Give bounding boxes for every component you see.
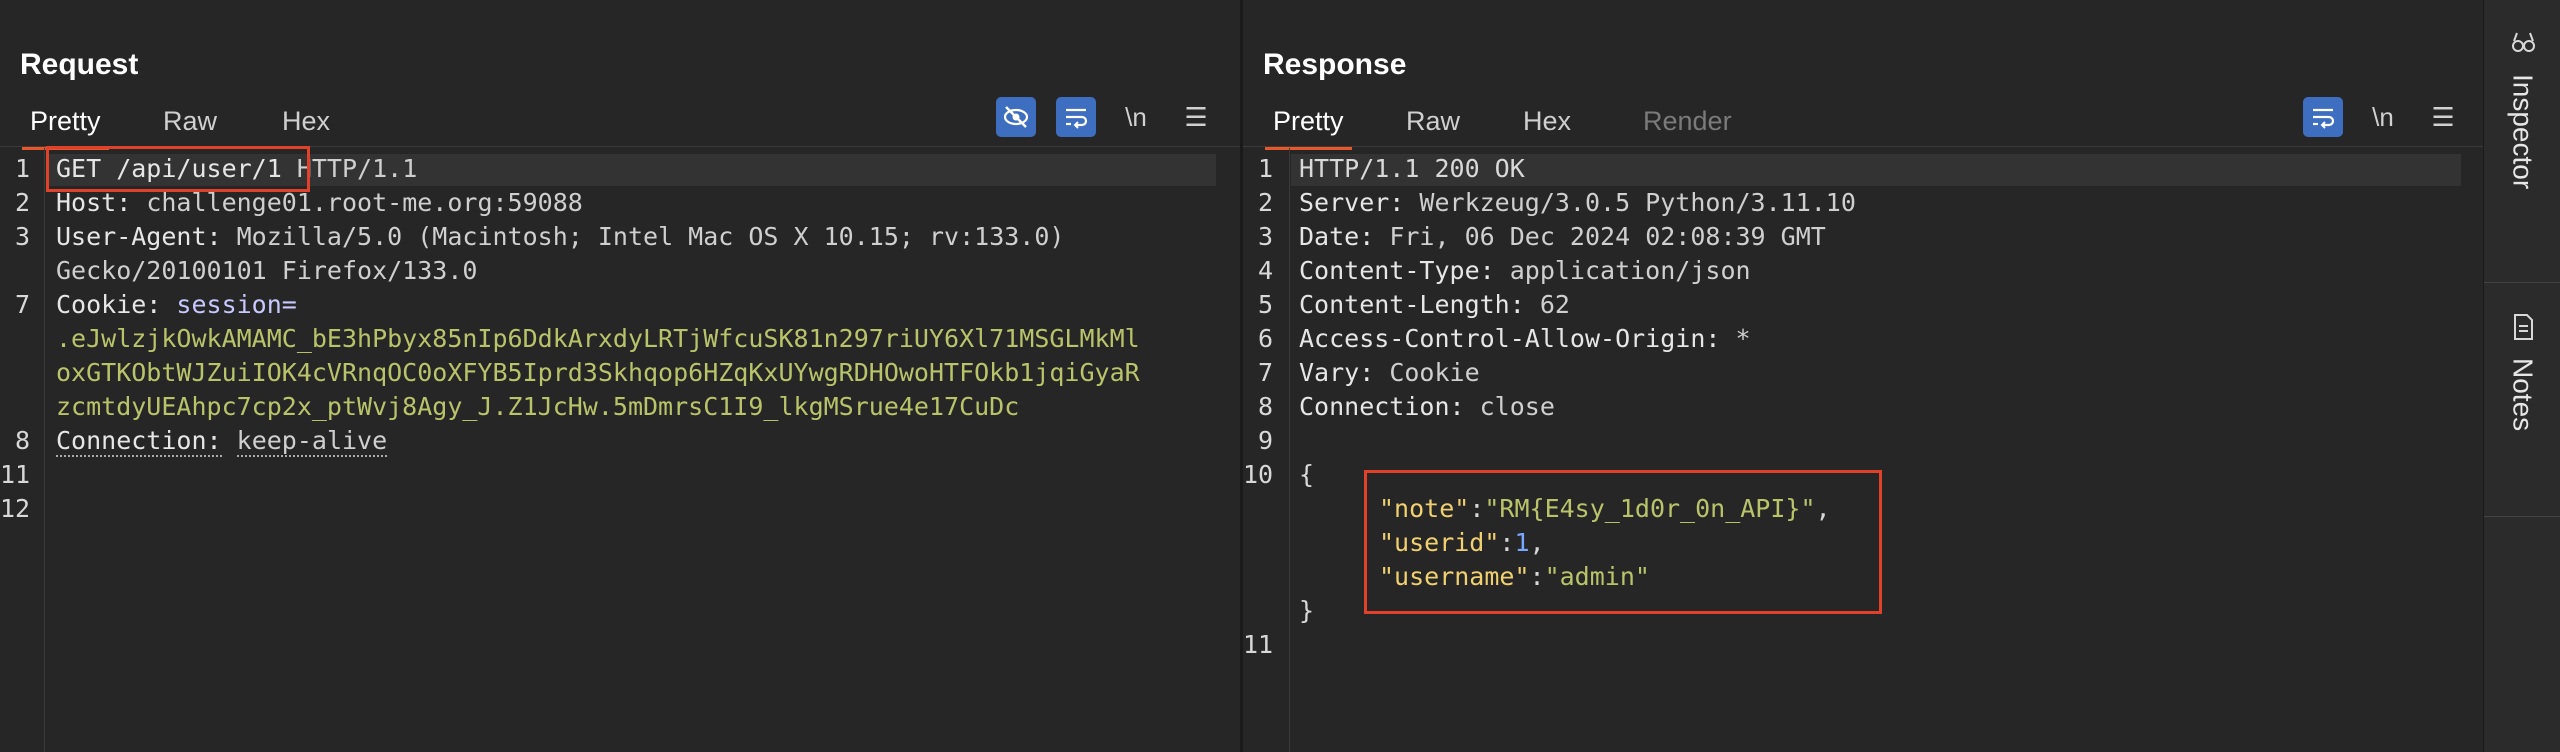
- header-value: application/json: [1494, 256, 1751, 285]
- line-number: 4: [1257, 256, 1273, 285]
- header-key: Access-Control-Allow-Origin:: [1299, 324, 1721, 353]
- line-number: 3: [14, 222, 30, 251]
- response-line-vary: Vary: Cookie: [1299, 358, 1480, 387]
- line-number: 1: [1257, 154, 1273, 183]
- line-number: 10: [1243, 460, 1274, 489]
- request-line-gutter: 1 2 3 7 8 11 12: [0, 148, 45, 752]
- response-tab-raw[interactable]: Raw: [1398, 106, 1468, 146]
- header-value: Fri, 06 Dec 2024 02:08:39 GMT: [1374, 222, 1826, 251]
- highlight-box-request-path: [46, 146, 310, 192]
- request-line-cookie: Cookie: session=: [56, 290, 297, 319]
- header-value: 62: [1524, 290, 1570, 319]
- header-value: Werkzeug/3.0.5 Python/3.11.10: [1404, 188, 1856, 217]
- header-value: challenge01.root-me.org:59088: [131, 188, 583, 217]
- line-number: 8: [14, 426, 30, 455]
- cookie-value-line: .eJwlzjkOwkAMAMC_bE3hPbyx85nIp6DdkArxdyL…: [56, 324, 1140, 353]
- line-number: 7: [1257, 358, 1273, 387]
- word-wrap-button[interactable]: [1056, 97, 1096, 137]
- line-number: 3: [1257, 222, 1273, 251]
- json-brace-open: {: [1299, 460, 1315, 489]
- header-key: Content-Length:: [1299, 290, 1525, 319]
- response-line-connection: Connection: close: [1299, 392, 1555, 421]
- show-newlines-button[interactable]: \n: [1116, 97, 1156, 137]
- line-number: 7: [14, 290, 30, 319]
- line-number: 11: [1243, 630, 1274, 659]
- inspector-sidebar: Inspector Notes: [2483, 0, 2560, 752]
- cookie-name: session=: [161, 290, 297, 319]
- line-number: 8: [1257, 392, 1273, 421]
- header-key: User-Agent:: [56, 222, 222, 251]
- line-number: 1: [14, 154, 30, 183]
- header-value: Gecko/20100101 Firefox/133.0: [56, 256, 478, 285]
- request-tab-hex[interactable]: Hex: [274, 106, 338, 146]
- line-number: 2: [1257, 188, 1273, 217]
- line-number: 5: [1257, 290, 1273, 319]
- response-tabs: Pretty Raw Hex Render: [1243, 100, 2483, 150]
- inspector-icon: [2511, 32, 2535, 52]
- header-value: keep-alive: [236, 426, 388, 457]
- response-tab-pretty[interactable]: Pretty: [1265, 106, 1352, 150]
- sidebar-divider: [2484, 516, 2560, 517]
- wrap-icon: [2313, 108, 2335, 129]
- header-value: Mozilla/5.0 (Macintosh; Intel Mac OS X 1…: [221, 222, 1065, 251]
- response-title: Response: [1263, 48, 1407, 81]
- wrap-icon: [1066, 108, 1088, 129]
- response-line-gutter: 1 2 3 4 5 6 7 8 9 10 11: [1243, 148, 1290, 752]
- word-wrap-button[interactable]: [2303, 97, 2343, 137]
- response-line-server: Server: Werkzeug/3.0.5 Python/3.11.10: [1299, 188, 1856, 217]
- request-line-user-agent: User-Agent: Mozilla/5.0 (Macintosh; Inte…: [56, 222, 1064, 251]
- request-tab-raw[interactable]: Raw: [155, 106, 225, 146]
- response-line-content-length: Content-Length: 62: [1299, 290, 1570, 319]
- header-key: Connection:: [1299, 392, 1465, 421]
- json-brace-close: }: [1299, 596, 1315, 625]
- response-line-date: Date: Fri, 06 Dec 2024 02:08:39 GMT: [1299, 222, 1826, 251]
- tab-divider: [1243, 146, 2483, 147]
- header-value: *: [1720, 324, 1751, 353]
- cookie-value-line: oxGTKObtWJZuiIOK4cVRnqOC0oXFYB5Iprd3Skhq…: [56, 358, 1140, 387]
- header-key: Cookie:: [56, 290, 162, 319]
- request-line-host: Host: challenge01.root-me.org:59088: [56, 188, 583, 217]
- response-status-line: HTTP/1.1 200 OK: [1299, 154, 1525, 183]
- show-newlines-button[interactable]: \n: [2363, 97, 2403, 137]
- line-number: 6: [1257, 324, 1273, 353]
- request-pane: Request Pretty Raw Hex \n ☰ 1 2 3 7 8 11…: [0, 0, 1240, 752]
- cookie-value-line: zcmtdyUEAhpc7cp2x_ptWvj8Agy_J.Z1JcHw.5mD…: [56, 392, 1020, 421]
- sidebar-item-inspector[interactable]: Inspector: [2484, 28, 2560, 189]
- header-value: Cookie: [1374, 358, 1480, 387]
- request-title: Request: [20, 48, 139, 81]
- header-value: close: [1464, 392, 1555, 421]
- response-line-acao: Access-Control-Allow-Origin: *: [1299, 324, 1751, 353]
- response-menu-button[interactable]: ☰: [2423, 97, 2463, 137]
- notes-icon: [2513, 314, 2533, 340]
- response-pane: Response Pretty Raw Hex Render \n ☰ 1 2 …: [1243, 0, 2483, 752]
- response-tab-render[interactable]: Render: [1635, 106, 1740, 146]
- response-tab-hex[interactable]: Hex: [1515, 106, 1579, 146]
- request-tabs: Pretty Raw Hex: [0, 100, 1240, 150]
- sidebar-label: Notes: [2507, 358, 2539, 432]
- request-menu-button[interactable]: ☰: [1176, 97, 1216, 137]
- request-line-connection: Connection: keep-alive: [56, 426, 388, 457]
- request-line-user-agent-cont: Gecko/20100101 Firefox/133.0: [56, 256, 477, 285]
- line-number: 2: [14, 188, 30, 217]
- line-number: 12: [0, 494, 31, 523]
- line-number: 11: [0, 460, 31, 489]
- header-key: Date:: [1299, 222, 1375, 251]
- highlight-box-json-body: [1364, 470, 1882, 614]
- header-key: Server:: [1299, 188, 1405, 217]
- response-line-content-type: Content-Type: application/json: [1299, 256, 1751, 285]
- sidebar-divider: [2484, 282, 2560, 283]
- header-key: Vary:: [1299, 358, 1375, 387]
- eye-slash-icon: [1003, 106, 1029, 128]
- header-key: Connection:: [56, 426, 222, 457]
- header-key: Content-Type:: [1299, 256, 1495, 285]
- request-tab-pretty[interactable]: Pretty: [22, 106, 109, 150]
- header-key: Host:: [56, 188, 132, 217]
- line-number: 9: [1257, 426, 1273, 455]
- hide-nonprintable-button[interactable]: [996, 97, 1036, 137]
- sidebar-label: Inspector: [2507, 74, 2539, 190]
- sidebar-item-notes[interactable]: Notes: [2484, 312, 2560, 431]
